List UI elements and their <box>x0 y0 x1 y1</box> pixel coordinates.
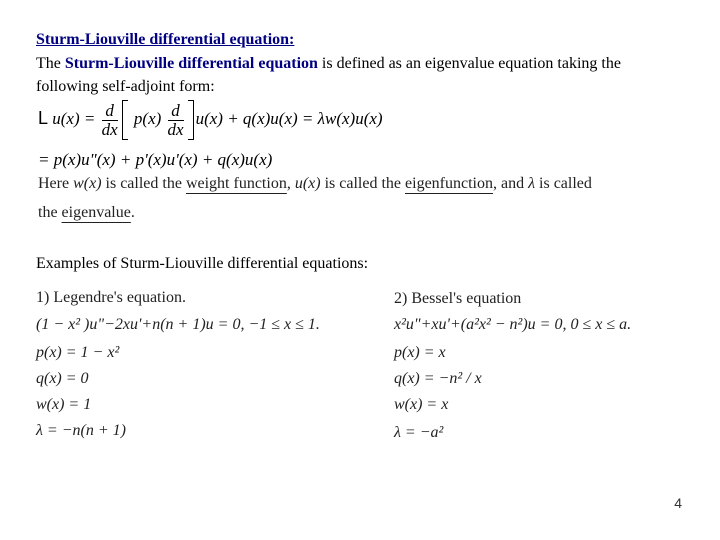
text: Here <box>38 175 74 192</box>
q-text: q(x) = −n² / x <box>394 370 482 387</box>
w-text: w(x) = 1 <box>36 396 92 413</box>
math-w: w(x) <box>73 175 102 192</box>
examples-heading: Examples of Sturm-Liouville differential… <box>36 255 369 272</box>
example-1-w: w(x) = 1 <box>36 396 91 414</box>
fraction-denominator: dx <box>167 119 184 139</box>
lambda-text: λ = −a² <box>394 424 444 441</box>
expanded-equation-text: = p(x)u"(x) + p'(x)u'(x) + q(x)u(x) <box>38 150 273 169</box>
intro-paragraph: The Sturm-Liouville differential equatio… <box>36 52 686 98</box>
derivative-fraction: d dx <box>101 101 118 139</box>
example-1-equation: (1 − x² )u"−2xu'+n(n + 1)u = 0, −1 ≤ x ≤… <box>36 316 320 334</box>
fraction-numerator: d <box>167 101 184 121</box>
text: is called <box>535 175 592 192</box>
inner-p: p(x) <box>133 108 162 128</box>
math-lambda: λ <box>528 175 536 192</box>
example-2-w: w(x) = x <box>394 396 448 414</box>
math-u: u(x) <box>294 175 321 192</box>
fraction-numerator: d <box>101 101 118 121</box>
example-2-lambda: λ = −a² <box>394 424 443 442</box>
p-text: p(x) = 1 − x² <box>36 344 120 361</box>
example-1-p: p(x) = 1 − x² <box>36 344 119 362</box>
term-eigenfunction: eigenfunction <box>405 175 493 192</box>
slide-title: Sturm-Liouville differential equation: <box>36 31 295 48</box>
right-bracket <box>187 100 194 140</box>
example-2-p: p(x) = x <box>394 344 446 362</box>
p-text: p(x) = x <box>394 344 446 361</box>
definition-line-2: the eigenvalue. <box>38 204 135 222</box>
equation-rhs: u(x) + q(x)u(x) = λw(x)u(x) <box>195 108 383 128</box>
definition-line-1: Here w(x) is called the weight function,… <box>38 175 592 193</box>
example-2-q: q(x) = −n² / x <box>394 370 482 388</box>
text: is called the <box>320 175 406 192</box>
term-eigenvalue: eigenvalue <box>61 204 131 221</box>
example-1-lambda: λ = −n(n + 1) <box>36 422 126 440</box>
left-bracket <box>121 100 128 140</box>
q-text: q(x) = 0 <box>36 370 89 387</box>
text: , and <box>492 175 529 192</box>
equation-lhs: u(x) = <box>52 108 96 128</box>
sturm-liouville-equation: L u(x) = d dx p(x) d dx u(x) + q(x)u(x) = λ… <box>38 100 383 140</box>
example-1-q: q(x) = 0 <box>36 370 89 388</box>
term-weight-function: weight function <box>185 175 287 192</box>
equation-text: x²u"+xu'+(a²x² − n²)u = 0, 0 ≤ x ≤ a. <box>394 316 632 333</box>
intro-prefix: The <box>36 55 65 72</box>
w-text: w(x) = x <box>394 396 449 413</box>
equation-text: (1 − x² )u"−2xu'+n(n + 1)u = 0, −1 ≤ x ≤… <box>36 316 320 333</box>
example-2-equation: x²u"+xu'+(a²x² − n²)u = 0, 0 ≤ x ≤ a. <box>394 316 631 334</box>
intro-highlight: Sturm-Liouville differential equation <box>64 55 318 72</box>
example-1-heading: 1) Legendre's equation. <box>36 289 186 306</box>
inner-derivative-fraction: d dx <box>167 101 184 139</box>
text: , <box>286 175 295 192</box>
example-2-heading: 2) Bessel's equation <box>394 290 522 307</box>
text: is called the <box>101 175 186 192</box>
fraction-denominator: dx <box>101 119 118 139</box>
operator-symbol: L <box>38 107 49 128</box>
expanded-equation: = p(x)u"(x) + p'(x)u'(x) + q(x)u(x) <box>38 150 272 170</box>
text: the <box>38 204 62 221</box>
page-number: 4 <box>674 495 682 511</box>
lambda-text: λ = −n(n + 1) <box>36 422 126 439</box>
text: . <box>130 204 135 221</box>
